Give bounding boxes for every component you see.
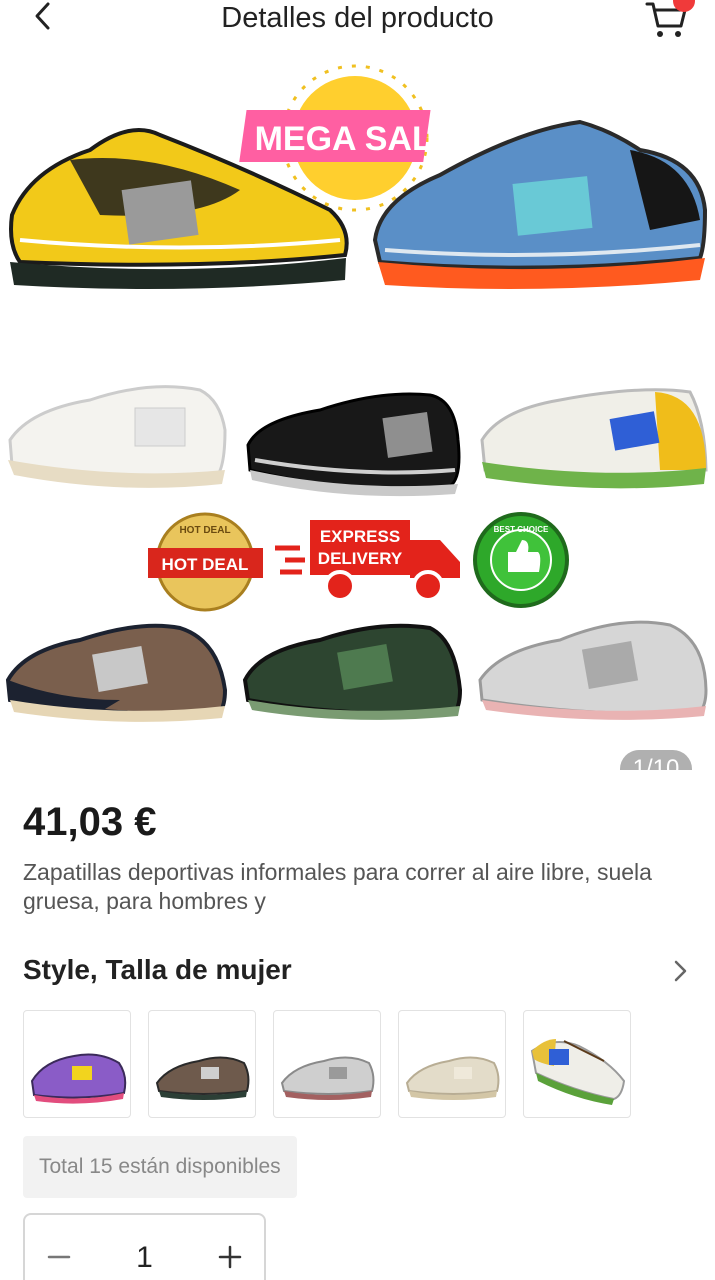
shoe-white	[8, 385, 227, 488]
variant-thumbnails	[23, 1010, 631, 1118]
image-pager-indicator: 1/10	[620, 750, 692, 770]
shoe-silver	[478, 620, 708, 720]
variant-option-brown[interactable]	[148, 1010, 256, 1118]
quantity-stepper: 1	[23, 1213, 266, 1280]
variant-option-yellow-blue[interactable]	[523, 1010, 631, 1118]
express-delivery-badge: EXPRESS DELIVERY	[275, 520, 460, 602]
svg-text:HOT DEAL: HOT DEAL	[179, 525, 230, 536]
shoe-thumbnail-image	[280, 1056, 375, 1100]
svg-text:DELIVERY: DELIVERY	[318, 549, 403, 568]
svg-text:EXPRESS: EXPRESS	[320, 527, 400, 546]
variant-option-silver[interactable]	[273, 1010, 381, 1118]
variant-section-label[interactable]: Style, Talla de mujer	[23, 954, 292, 986]
svg-text:HOT DEAL: HOT DEAL	[162, 555, 249, 574]
svg-text:BEST CHOICE: BEST CHOICE	[494, 525, 549, 534]
page-title: Detalles del producto	[221, 2, 494, 34]
shoe-green	[242, 623, 463, 720]
best-choice-badge: BEST CHOICE	[473, 512, 569, 608]
increase-quantity-button[interactable]	[218, 1245, 242, 1269]
chevron-right-icon	[674, 960, 687, 982]
shoe-thumbnail-image	[405, 1056, 500, 1100]
shoe-black	[246, 392, 461, 497]
product-collage-image: MEGA SALE HOT DEAL HOT DEAL EXPRESS DELI…	[5, 64, 708, 722]
product-title: Zapatillas deportivas informales para co…	[23, 859, 652, 914]
shoe-multicolor	[480, 388, 708, 489]
shoe-navy-tan	[5, 623, 228, 722]
stock-availability: Total 15 están disponibles	[23, 1136, 297, 1198]
plus-icon	[218, 1245, 242, 1269]
cart-button[interactable]	[645, 0, 695, 40]
shoe-thumbnail-image	[155, 1056, 250, 1100]
svg-text:MEGA SALE: MEGA SALE	[255, 120, 456, 158]
variant-option-cream[interactable]	[398, 1010, 506, 1118]
variant-expand-button[interactable]	[671, 958, 691, 984]
shoe-thumbnail-image	[30, 1053, 127, 1104]
product-price: 41,03 €	[23, 800, 157, 844]
hot-deal-badge: HOT DEAL HOT DEAL	[148, 512, 263, 612]
variant-option-purple[interactable]	[23, 1010, 131, 1118]
shoe-thumbnail-image	[530, 1039, 626, 1105]
product-image-gallery[interactable]: MEGA SALE HOT DEAL HOT DEAL EXPRESS DELI…	[0, 40, 715, 770]
top-bar: Detalles del producto	[0, 0, 715, 40]
